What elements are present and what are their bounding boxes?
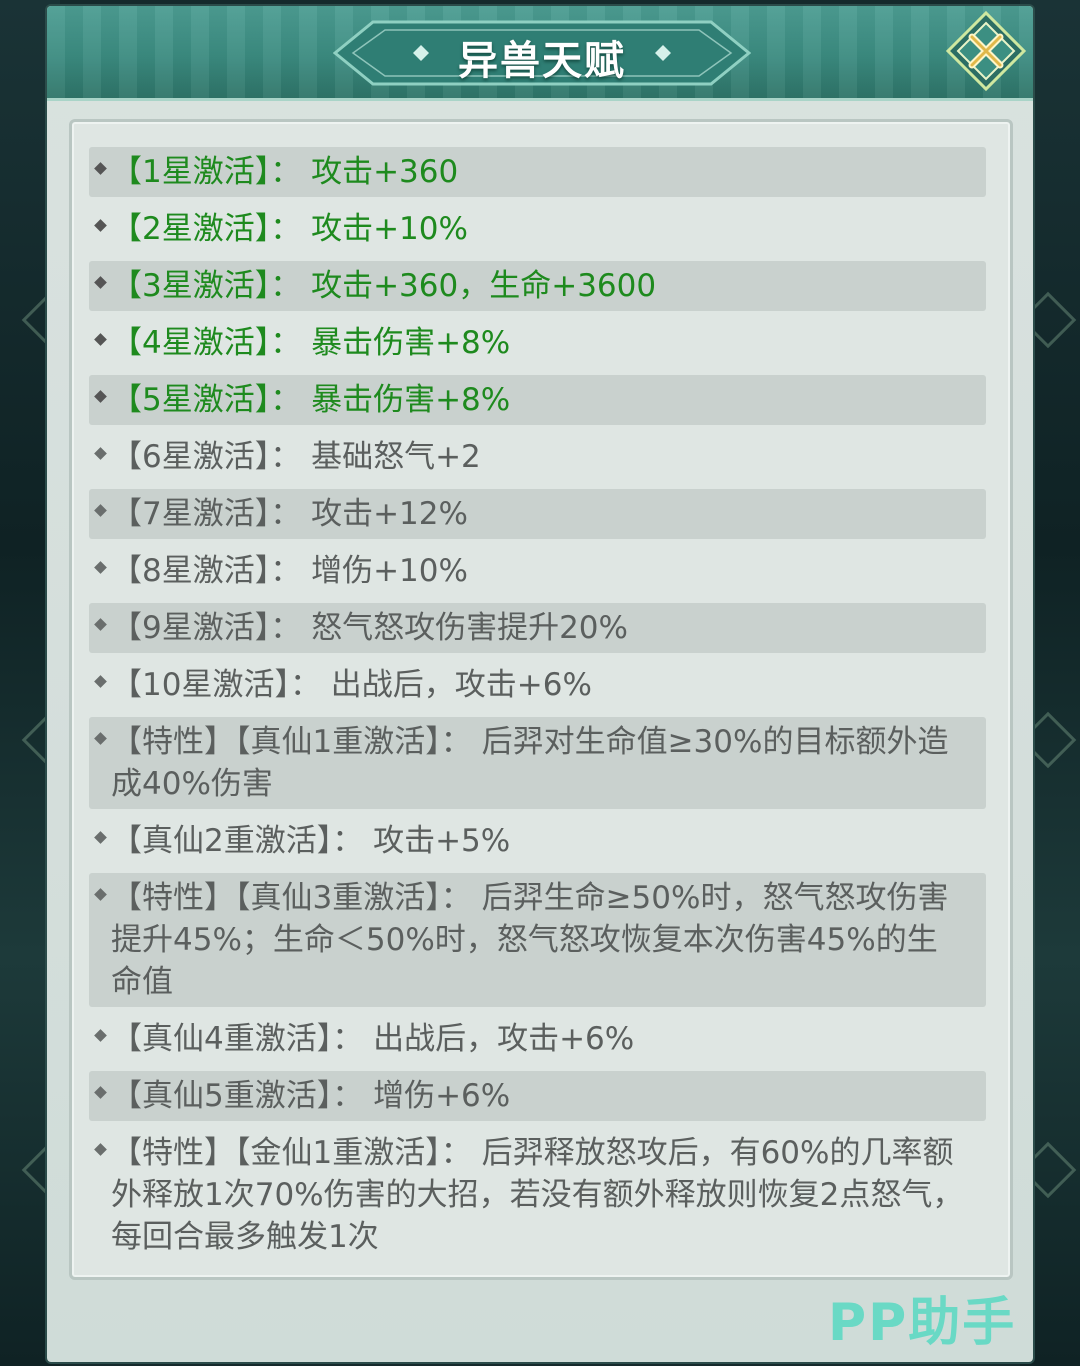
talent-row: 【特性】【真仙3重激活】： 后羿生命≥50%时，怒气怒攻伤害提升45%；生命＜5… bbox=[89, 873, 986, 1007]
talent-row: 【10星激活】： 出战后，攻击+6% bbox=[89, 660, 986, 710]
talent-row: 【3星激活】： 攻击+360，生命+3600 bbox=[89, 261, 986, 311]
bullet-icon bbox=[94, 390, 107, 403]
talent-row: 【8星激活】： 增伤+10% bbox=[89, 546, 986, 596]
bullet-icon bbox=[94, 732, 107, 745]
talent-text: 【5星激活】： 暴击伤害+8% bbox=[111, 382, 511, 418]
bullet-icon bbox=[94, 219, 107, 232]
talent-text: 【4星激活】： 暴击伤害+8% bbox=[111, 325, 511, 361]
talent-row: 【真仙4重激活】： 出战后，攻击+6% bbox=[89, 1014, 986, 1064]
bullet-icon bbox=[94, 831, 107, 844]
talent-text: 【真仙5重激活】： 增伤+6% bbox=[111, 1078, 511, 1114]
bullet-icon bbox=[94, 276, 107, 289]
talent-dialog: 异兽天赋 【1星激活】： 攻击+360 【2星激活】： 攻击+10% 【3星激活… bbox=[47, 6, 1033, 1362]
talent-row: 【4星激活】： 暴击伤害+8% bbox=[89, 318, 986, 368]
talent-text: 【1星激活】： 攻击+360 bbox=[111, 154, 459, 190]
talent-list: 【1星激活】： 攻击+360 【2星激活】： 攻击+10% 【3星激活】： 攻击… bbox=[69, 119, 1013, 1280]
bullet-icon bbox=[94, 675, 107, 688]
bullet-icon bbox=[94, 504, 107, 517]
talent-row: 【1星激活】： 攻击+360 bbox=[89, 147, 986, 197]
talent-text: 【特性】【真仙1重激活】： 后羿对生命值≥30%的目标额外造成40%伤害 bbox=[111, 724, 949, 802]
talent-text: 【10星激活】： 出战后，攻击+6% bbox=[111, 667, 592, 703]
talent-text: 【特性】【真仙3重激活】： 后羿生命≥50%时，怒气怒攻伤害提升45%；生命＜5… bbox=[111, 880, 949, 1000]
bullet-icon bbox=[94, 447, 107, 460]
talent-text: 【真仙2重激活】： 攻击+5% bbox=[111, 823, 511, 859]
talent-row: 【特性】【真仙1重激活】： 后羿对生命值≥30%的目标额外造成40%伤害 bbox=[89, 717, 986, 809]
talent-row: 【2星激活】： 攻击+10% bbox=[89, 204, 986, 254]
bullet-icon bbox=[94, 162, 107, 175]
bullet-icon bbox=[94, 888, 107, 901]
bullet-icon bbox=[94, 1086, 107, 1099]
talent-row: 【真仙5重激活】： 增伤+6% bbox=[89, 1071, 986, 1121]
talent-row: 【真仙2重激活】： 攻击+5% bbox=[89, 816, 986, 866]
dialog-header: 异兽天赋 bbox=[47, 6, 1033, 101]
bullet-icon bbox=[94, 618, 107, 631]
talent-text: 【9星激活】： 怒气怒攻伤害提升20% bbox=[111, 610, 628, 646]
bullet-icon bbox=[94, 561, 107, 574]
talent-text: 【3星激活】： 攻击+360，生命+3600 bbox=[111, 268, 657, 304]
close-button[interactable] bbox=[945, 10, 1027, 92]
talent-row: 【9星激活】： 怒气怒攻伤害提升20% bbox=[89, 603, 986, 653]
talent-text: 【特性】【金仙1重激活】： 后羿释放怒攻后，有60%的几率额外释放1次70%伤害… bbox=[111, 1135, 964, 1255]
bullet-icon bbox=[94, 1029, 107, 1042]
talent-text: 【6星激活】： 基础怒气+2 bbox=[111, 439, 481, 475]
talent-text: 【2星激活】： 攻击+10% bbox=[111, 211, 468, 247]
close-x-icon bbox=[945, 10, 1027, 92]
talent-text: 【8星激活】： 增伤+10% bbox=[111, 553, 468, 589]
talent-row: 【5星激活】： 暴击伤害+8% bbox=[89, 375, 986, 425]
bullet-icon bbox=[94, 1143, 107, 1156]
talent-row: 【特性】【金仙1重激活】： 后羿释放怒攻后，有60%的几率额外释放1次70%伤害… bbox=[89, 1128, 986, 1262]
dialog-title: 异兽天赋 bbox=[458, 38, 626, 84]
talent-text: 【7星激活】： 攻击+12% bbox=[111, 496, 468, 532]
talent-row: 【6星激活】： 基础怒气+2 bbox=[89, 432, 986, 482]
talent-text: 【真仙4重激活】： 出战后，攻击+6% bbox=[111, 1021, 635, 1057]
watermark-logo: PP助手 bbox=[828, 1293, 1017, 1353]
talent-row: 【7星激活】： 攻击+12% bbox=[89, 489, 986, 539]
bullet-icon bbox=[94, 333, 107, 346]
